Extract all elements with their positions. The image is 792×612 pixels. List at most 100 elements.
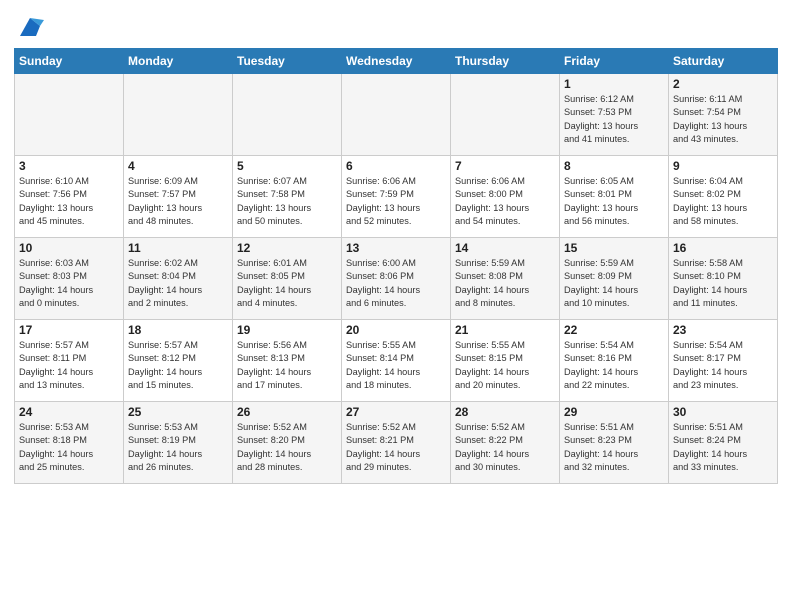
day-number: 2 bbox=[673, 77, 773, 91]
calendar-cell: 17 Sunrise: 5:57 AMSunset: 8:11 PMDayligh… bbox=[15, 320, 124, 402]
calendar-cell: 25 Sunrise: 5:53 AMSunset: 8:19 PMDayligh… bbox=[124, 402, 233, 484]
calendar-cell: 29 Sunrise: 5:51 AMSunset: 8:23 PMDayligh… bbox=[560, 402, 669, 484]
day-info: Sunrise: 6:05 AMSunset: 8:01 PMDaylight:… bbox=[564, 175, 664, 228]
day-info: Sunrise: 5:59 AMSunset: 8:09 PMDaylight:… bbox=[564, 257, 664, 310]
day-info: Sunrise: 6:10 AMSunset: 7:56 PMDaylight:… bbox=[19, 175, 119, 228]
calendar-cell: 12 Sunrise: 6:01 AMSunset: 8:05 PMDayligh… bbox=[233, 238, 342, 320]
day-number: 29 bbox=[564, 405, 664, 419]
day-number: 27 bbox=[346, 405, 446, 419]
day-number: 20 bbox=[346, 323, 446, 337]
day-info: Sunrise: 6:00 AMSunset: 8:06 PMDaylight:… bbox=[346, 257, 446, 310]
day-number: 17 bbox=[19, 323, 119, 337]
calendar-cell: 14 Sunrise: 5:59 AMSunset: 8:08 PMDayligh… bbox=[451, 238, 560, 320]
day-info: Sunrise: 6:06 AMSunset: 7:59 PMDaylight:… bbox=[346, 175, 446, 228]
day-info: Sunrise: 5:53 AMSunset: 8:19 PMDaylight:… bbox=[128, 421, 228, 474]
day-number: 26 bbox=[237, 405, 337, 419]
day-number: 1 bbox=[564, 77, 664, 91]
calendar-cell: 10Sunrise: 6:03 AMSunset: 8:03 PMDayligh… bbox=[15, 238, 124, 320]
calendar-week-3: 10Sunrise: 6:03 AMSunset: 8:03 PMDayligh… bbox=[15, 238, 778, 320]
day-info: Sunrise: 5:54 AMSunset: 8:17 PMDaylight:… bbox=[673, 339, 773, 392]
calendar-cell: 5 Sunrise: 6:07 AMSunset: 7:58 PMDaylight… bbox=[233, 156, 342, 238]
day-number: 22 bbox=[564, 323, 664, 337]
day-number: 19 bbox=[237, 323, 337, 337]
day-number: 7 bbox=[455, 159, 555, 173]
calendar-cell: 9Sunrise: 6:04 AMSunset: 8:02 PMDaylight… bbox=[669, 156, 778, 238]
day-number: 21 bbox=[455, 323, 555, 337]
calendar-cell: 26Sunrise: 5:52 AMSunset: 8:20 PMDayligh… bbox=[233, 402, 342, 484]
day-info: Sunrise: 5:52 AMSunset: 8:21 PMDaylight:… bbox=[346, 421, 446, 474]
calendar-cell: 7Sunrise: 6:06 AMSunset: 8:00 PMDaylight… bbox=[451, 156, 560, 238]
calendar-cell bbox=[233, 74, 342, 156]
day-number: 14 bbox=[455, 241, 555, 255]
day-number: 28 bbox=[455, 405, 555, 419]
day-number: 5 bbox=[237, 159, 337, 173]
calendar-cell: 3 Sunrise: 6:10 AMSunset: 7:56 PMDaylight… bbox=[15, 156, 124, 238]
calendar-cell: 15 Sunrise: 5:59 AMSunset: 8:09 PMDayligh… bbox=[560, 238, 669, 320]
page: SundayMondayTuesdayWednesdayThursdayFrid… bbox=[0, 0, 792, 498]
logo-icon bbox=[16, 14, 44, 42]
calendar-cell bbox=[124, 74, 233, 156]
calendar-week-4: 17 Sunrise: 5:57 AMSunset: 8:11 PMDayligh… bbox=[15, 320, 778, 402]
calendar-cell: 18 Sunrise: 5:57 AMSunset: 8:12 PMDayligh… bbox=[124, 320, 233, 402]
calendar-table: SundayMondayTuesdayWednesdayThursdayFrid… bbox=[14, 48, 778, 484]
calendar-cell: 23Sunrise: 5:54 AMSunset: 8:17 PMDayligh… bbox=[669, 320, 778, 402]
day-info: Sunrise: 6:11 AMSunset: 7:54 PMDaylight:… bbox=[673, 93, 773, 146]
weekday-tuesday: Tuesday bbox=[233, 49, 342, 74]
day-number: 9 bbox=[673, 159, 773, 173]
day-info: Sunrise: 5:55 AMSunset: 8:14 PMDaylight:… bbox=[346, 339, 446, 392]
day-info: Sunrise: 6:07 AMSunset: 7:58 PMDaylight:… bbox=[237, 175, 337, 228]
day-number: 12 bbox=[237, 241, 337, 255]
day-number: 3 bbox=[19, 159, 119, 173]
day-info: Sunrise: 5:53 AMSunset: 8:18 PMDaylight:… bbox=[19, 421, 119, 474]
day-info: Sunrise: 5:57 AMSunset: 8:11 PMDaylight:… bbox=[19, 339, 119, 392]
calendar-cell: 11 Sunrise: 6:02 AMSunset: 8:04 PMDayligh… bbox=[124, 238, 233, 320]
calendar-cell: 6 Sunrise: 6:06 AMSunset: 7:59 PMDaylight… bbox=[342, 156, 451, 238]
day-info: Sunrise: 5:51 AMSunset: 8:23 PMDaylight:… bbox=[564, 421, 664, 474]
calendar-cell: 22 Sunrise: 5:54 AMSunset: 8:16 PMDayligh… bbox=[560, 320, 669, 402]
day-info: Sunrise: 5:54 AMSunset: 8:16 PMDaylight:… bbox=[564, 339, 664, 392]
weekday-header-row: SundayMondayTuesdayWednesdayThursdayFrid… bbox=[15, 49, 778, 74]
calendar-cell: 16Sunrise: 5:58 AMSunset: 8:10 PMDayligh… bbox=[669, 238, 778, 320]
calendar-week-5: 24 Sunrise: 5:53 AMSunset: 8:18 PMDayligh… bbox=[15, 402, 778, 484]
calendar-cell: 8Sunrise: 6:05 AMSunset: 8:01 PMDaylight… bbox=[560, 156, 669, 238]
weekday-friday: Friday bbox=[560, 49, 669, 74]
day-number: 16 bbox=[673, 241, 773, 255]
calendar-cell: 19 Sunrise: 5:56 AMSunset: 8:13 PMDayligh… bbox=[233, 320, 342, 402]
day-number: 15 bbox=[564, 241, 664, 255]
calendar-cell: 1Sunrise: 6:12 AMSunset: 7:53 PMDaylight… bbox=[560, 74, 669, 156]
calendar-cell: 13 Sunrise: 6:00 AMSunset: 8:06 PMDayligh… bbox=[342, 238, 451, 320]
calendar-cell bbox=[15, 74, 124, 156]
calendar-week-1: 1Sunrise: 6:12 AMSunset: 7:53 PMDaylight… bbox=[15, 74, 778, 156]
calendar-week-2: 3 Sunrise: 6:10 AMSunset: 7:56 PMDaylight… bbox=[15, 156, 778, 238]
calendar-cell: 21Sunrise: 5:55 AMSunset: 8:15 PMDayligh… bbox=[451, 320, 560, 402]
day-info: Sunrise: 6:02 AMSunset: 8:04 PMDaylight:… bbox=[128, 257, 228, 310]
weekday-thursday: Thursday bbox=[451, 49, 560, 74]
day-number: 11 bbox=[128, 241, 228, 255]
day-number: 18 bbox=[128, 323, 228, 337]
calendar-cell: 30 Sunrise: 5:51 AMSunset: 8:24 PMDayligh… bbox=[669, 402, 778, 484]
day-number: 24 bbox=[19, 405, 119, 419]
logo bbox=[14, 14, 44, 42]
day-info: Sunrise: 5:59 AMSunset: 8:08 PMDaylight:… bbox=[455, 257, 555, 310]
day-info: Sunrise: 6:01 AMSunset: 8:05 PMDaylight:… bbox=[237, 257, 337, 310]
day-number: 25 bbox=[128, 405, 228, 419]
calendar-cell: 27 Sunrise: 5:52 AMSunset: 8:21 PMDayligh… bbox=[342, 402, 451, 484]
day-number: 6 bbox=[346, 159, 446, 173]
day-number: 4 bbox=[128, 159, 228, 173]
weekday-saturday: Saturday bbox=[669, 49, 778, 74]
day-info: Sunrise: 5:51 AMSunset: 8:24 PMDaylight:… bbox=[673, 421, 773, 474]
day-number: 30 bbox=[673, 405, 773, 419]
calendar-cell: 24 Sunrise: 5:53 AMSunset: 8:18 PMDayligh… bbox=[15, 402, 124, 484]
day-info: Sunrise: 5:57 AMSunset: 8:12 PMDaylight:… bbox=[128, 339, 228, 392]
weekday-monday: Monday bbox=[124, 49, 233, 74]
day-number: 13 bbox=[346, 241, 446, 255]
calendar-cell: 2 Sunrise: 6:11 AMSunset: 7:54 PMDaylight… bbox=[669, 74, 778, 156]
day-number: 10 bbox=[19, 241, 119, 255]
day-info: Sunrise: 5:56 AMSunset: 8:13 PMDaylight:… bbox=[237, 339, 337, 392]
calendar-cell: 28 Sunrise: 5:52 AMSunset: 8:22 PMDayligh… bbox=[451, 402, 560, 484]
calendar-cell: 20 Sunrise: 5:55 AMSunset: 8:14 PMDayligh… bbox=[342, 320, 451, 402]
calendar-cell bbox=[451, 74, 560, 156]
day-info: Sunrise: 5:52 AMSunset: 8:22 PMDaylight:… bbox=[455, 421, 555, 474]
calendar-cell bbox=[342, 74, 451, 156]
day-info: Sunrise: 6:09 AMSunset: 7:57 PMDaylight:… bbox=[128, 175, 228, 228]
